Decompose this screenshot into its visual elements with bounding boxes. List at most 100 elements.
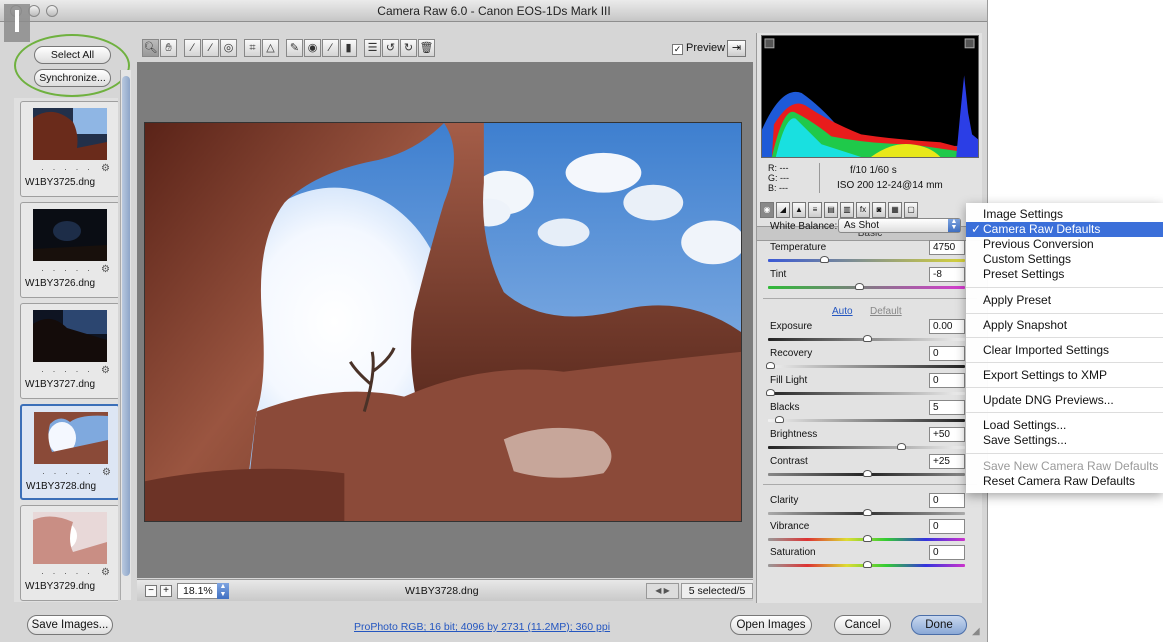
- zoom-window-button[interactable]: [46, 5, 58, 17]
- synchronize-button[interactable]: Synchronize...: [34, 69, 111, 87]
- straighten-tool-icon[interactable]: △: [262, 39, 279, 57]
- recovery-value-field[interactable]: 0: [929, 346, 965, 361]
- fill-light-slider-track[interactable]: [768, 392, 965, 395]
- tab-basic-icon[interactable]: ◉: [760, 202, 774, 218]
- title-bar[interactable]: Camera Raw 6.0 - Canon EOS-1Ds Mark III: [0, 0, 987, 22]
- tint-value-field[interactable]: -8: [929, 267, 965, 282]
- select-all-button[interactable]: Select All: [34, 46, 111, 64]
- exposure-slider-knob[interactable]: [863, 335, 872, 342]
- rating-dots[interactable]: · · · · ·: [41, 366, 93, 376]
- filmstrip-scrollbar[interactable]: [120, 70, 131, 600]
- exposure-value-field[interactable]: 0.00: [929, 319, 965, 334]
- menu-item-save-settings[interactable]: Save Settings...: [983, 433, 1067, 448]
- resize-grip-icon[interactable]: ◢: [972, 626, 980, 637]
- fill-light-value-field[interactable]: 0: [929, 373, 965, 388]
- brightness-slider-track[interactable]: [768, 446, 965, 449]
- default-link[interactable]: Default: [870, 306, 902, 317]
- blacks-slider-knob[interactable]: [775, 416, 784, 423]
- white-balance-select[interactable]: As Shot ▲ ▼: [838, 218, 961, 233]
- workflow-options-link[interactable]: ProPhoto RGB; 16 bit; 4096 by 2731 (11.2…: [354, 621, 610, 633]
- rating-dots[interactable]: · · · · ·: [42, 468, 94, 478]
- scrollbar-thumb[interactable]: [122, 76, 130, 576]
- highlight-clipping-toggle[interactable]: [964, 38, 975, 49]
- vibrance-value-field[interactable]: 0: [929, 519, 965, 534]
- thumbnail-cell-selected[interactable]: · · · · · ⚙ W1BY3728.dng: [20, 404, 118, 500]
- zoom-out-button[interactable]: −: [145, 585, 157, 597]
- tab-hsl-icon[interactable]: ≡: [808, 202, 822, 218]
- menu-item-custom-settings[interactable]: Custom Settings: [983, 252, 1071, 267]
- crop-tool-icon[interactable]: ⌗: [244, 39, 261, 57]
- done-button[interactable]: Done: [911, 615, 967, 635]
- tab-effects-icon[interactable]: fx: [856, 202, 870, 218]
- temperature-value-field[interactable]: 4750: [929, 240, 965, 255]
- menu-item-load-settings[interactable]: Load Settings...: [983, 418, 1066, 433]
- saturation-value-field[interactable]: 0: [929, 545, 965, 560]
- image-canvas[interactable]: [137, 62, 753, 578]
- temperature-slider-knob[interactable]: [820, 256, 829, 263]
- clarity-value-field[interactable]: 0: [929, 493, 965, 508]
- recovery-slider-knob[interactable]: [766, 362, 775, 369]
- tint-slider-knob[interactable]: [855, 283, 864, 290]
- brightness-value-field[interactable]: +50: [929, 427, 965, 442]
- menu-item-export-settings-to-xmp[interactable]: Export Settings to XMP: [983, 368, 1107, 383]
- tab-detail-icon[interactable]: ▲: [792, 202, 806, 218]
- temperature-slider-track[interactable]: [768, 259, 965, 262]
- thumbnail-cell[interactable]: · · · · · ⚙ W1BY3726.dng: [20, 202, 118, 298]
- tab-camera-calibration-icon[interactable]: ◙: [872, 202, 886, 218]
- contrast-slider-knob[interactable]: [863, 470, 872, 477]
- menu-item-update-dng-previews[interactable]: Update DNG Previews...: [983, 393, 1114, 408]
- tab-tone-curve-icon[interactable]: ◢: [776, 202, 790, 218]
- open-images-button[interactable]: Open Images: [730, 615, 812, 635]
- contrast-value-field[interactable]: +25: [929, 454, 965, 469]
- rotate-ccw-icon[interactable]: ↺: [382, 39, 399, 57]
- thumbnail-cell[interactable]: · · · · · ⚙ W1BY3729.dng: [20, 505, 118, 601]
- red-eye-removal-tool-icon[interactable]: ◉: [304, 39, 321, 57]
- tint-slider-track[interactable]: [768, 286, 965, 289]
- color-sampler-tool-icon[interactable]: ∕: [202, 39, 219, 57]
- adjustment-brush-tool-icon[interactable]: ∕: [322, 39, 339, 57]
- preview-image[interactable]: [144, 122, 742, 522]
- save-images-button[interactable]: Save Images...: [27, 615, 113, 635]
- clarity-slider-knob[interactable]: [863, 509, 872, 516]
- cancel-button[interactable]: Cancel: [834, 615, 891, 635]
- fill-light-slider-knob[interactable]: [766, 389, 775, 396]
- auto-link[interactable]: Auto: [832, 306, 853, 317]
- zoom-in-button[interactable]: +: [160, 585, 172, 597]
- menu-item-preset-settings[interactable]: Preset Settings: [983, 267, 1064, 282]
- rotate-cw-icon[interactable]: ↻: [400, 39, 417, 57]
- tab-presets-icon[interactable]: ▦: [888, 202, 902, 218]
- image-navigation-buttons[interactable]: ◀ ▶: [646, 583, 679, 599]
- preview-checkbox[interactable]: ✓: [672, 44, 683, 55]
- thumbnail-cell[interactable]: · · · · · ⚙ W1BY3725.dng: [20, 101, 118, 197]
- filmstrip[interactable]: · · · · · ⚙ W1BY3725.dng · · · · · ⚙ W1B…: [14, 98, 118, 602]
- menu-item-reset-camera-raw-defaults[interactable]: Reset Camera Raw Defaults: [983, 474, 1135, 489]
- hand-tool-icon[interactable]: ✋︎: [160, 39, 177, 57]
- thumbnail-cell[interactable]: · · · · · ⚙ W1BY3727.dng: [20, 303, 118, 399]
- menu-item-apply-snapshot[interactable]: Apply Snapshot: [983, 318, 1067, 333]
- tab-snapshots-icon[interactable]: ▢: [904, 202, 918, 218]
- menu-item-image-settings[interactable]: Image Settings: [983, 207, 1063, 222]
- rating-dots[interactable]: · · · · ·: [41, 568, 93, 578]
- shadow-clipping-toggle[interactable]: [764, 38, 775, 49]
- preferences-icon[interactable]: ☰: [364, 39, 381, 57]
- menu-item-previous-conversion[interactable]: Previous Conversion: [983, 237, 1094, 252]
- rating-dots[interactable]: · · · · ·: [41, 164, 93, 174]
- recovery-slider-track[interactable]: [768, 365, 965, 368]
- targeted-adjustment-tool-icon[interactable]: ◎: [220, 39, 237, 57]
- zoom-tool-icon[interactable]: 🔍︎: [142, 39, 159, 57]
- vibrance-slider-knob[interactable]: [863, 535, 872, 542]
- zoom-dropdown-arrows-icon[interactable]: ▲ ▼: [217, 583, 229, 599]
- white-balance-tool-icon[interactable]: ∕: [184, 39, 201, 57]
- menu-item-clear-imported-settings[interactable]: Clear Imported Settings: [983, 343, 1109, 358]
- blacks-value-field[interactable]: 5: [929, 400, 965, 415]
- menu-item-camera-raw-defaults[interactable]: ✓ Camera Raw Defaults: [966, 222, 1163, 237]
- fullscreen-icon[interactable]: ⇥: [727, 40, 746, 57]
- graduated-filter-tool-icon[interactable]: ▮: [340, 39, 357, 57]
- menu-item-apply-preset[interactable]: Apply Preset: [983, 293, 1051, 308]
- spot-removal-tool-icon[interactable]: ✎: [286, 39, 303, 57]
- trash-icon[interactable]: 🗑︎: [418, 39, 435, 57]
- rating-dots[interactable]: · · · · ·: [41, 265, 93, 275]
- preview-toggle[interactable]: ✓ Preview: [672, 42, 725, 55]
- tab-lens-corrections-icon[interactable]: ▥: [840, 202, 854, 218]
- blacks-slider-track[interactable]: [768, 419, 965, 422]
